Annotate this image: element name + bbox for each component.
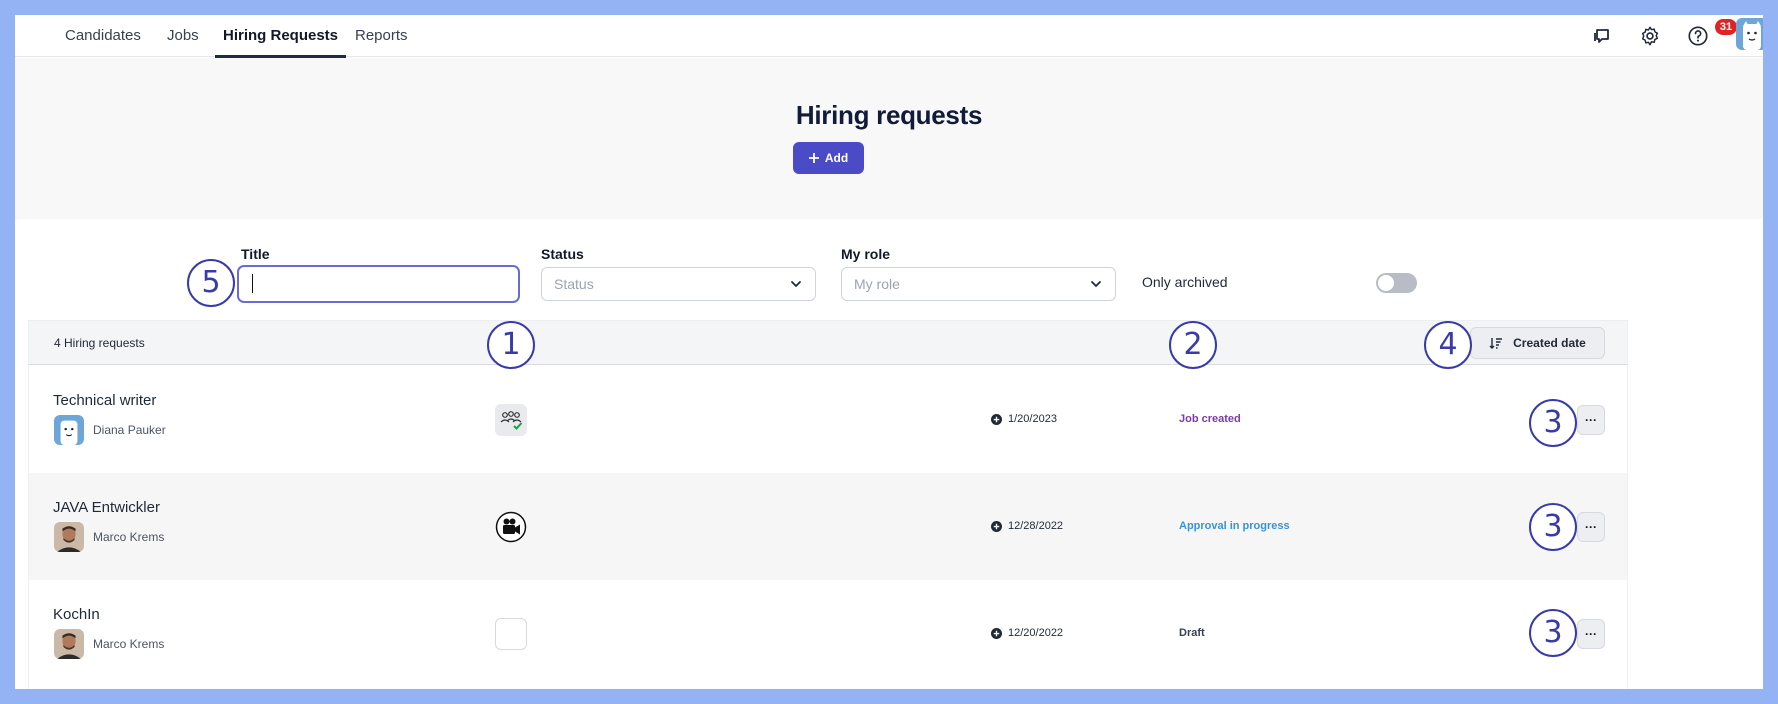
annotation-marker-3: 3 <box>1529 399 1577 447</box>
chevron-down-icon <box>791 281 801 287</box>
notification-badge: 31 <box>1715 19 1737 35</box>
created-date-text: 12/20/2022 <box>1008 627 1064 639</box>
list-header: 4 Hiring requests Created date <box>29 321 1627 365</box>
sort-button[interactable]: Created date <box>1470 327 1605 359</box>
requester-name: Marco Krems <box>93 637 165 651</box>
status-filter-label: Status <box>541 246 584 262</box>
help-icon[interactable] <box>1685 23 1711 49</box>
created-date: 12/28/2022 <box>991 520 1063 532</box>
add-button-label: Add <box>824 151 849 165</box>
annotation-marker-2: 2 <box>1169 321 1217 369</box>
list-item[interactable]: JAVA Entwickler Marco Krems 12/28/2022 A… <box>29 473 1627 580</box>
chat-icon[interactable] <box>1589 23 1615 49</box>
requester-name: Marco Krems <box>93 530 165 544</box>
created-date-text: 1/20/2023 <box>1008 413 1057 425</box>
annotation-marker-5: 5 <box>187 259 235 307</box>
plus-icon <box>808 153 819 163</box>
avatar <box>54 522 84 552</box>
more-options-button[interactable]: ··· <box>1577 405 1605 435</box>
top-nav: Candidates Jobs Hiring Requests Reports … <box>15 15 1763 58</box>
request-title[interactable]: KochIn <box>53 606 100 623</box>
avatar <box>54 415 84 445</box>
avatar <box>54 629 84 659</box>
list-item[interactable]: KochIn Marco Krems 12/20/2022 Draft ··· <box>29 580 1627 687</box>
add-button[interactable]: Add <box>793 142 864 174</box>
role-filter-label: My role <box>841 246 891 262</box>
title-filter-input[interactable] <box>237 265 520 303</box>
only-archived-toggle[interactable] <box>1376 273 1417 293</box>
role-select[interactable]: My role <box>841 267 1116 301</box>
title-filter-label: Title <box>241 246 270 262</box>
role-select-placeholder: My role <box>854 276 900 292</box>
request-count: 4 Hiring requests <box>54 336 145 350</box>
status-select-placeholder: Status <box>554 276 594 292</box>
request-title[interactable]: Technical writer <box>53 392 156 409</box>
page-header: Hiring requests Add <box>15 58 1763 219</box>
team-check-icon <box>495 404 527 436</box>
toggle-knob <box>1378 275 1394 291</box>
chevron-down-icon <box>1091 281 1101 287</box>
avatar[interactable] <box>1736 18 1763 50</box>
tab-jobs[interactable]: Jobs <box>167 15 199 57</box>
status-badge: Draft <box>1179 627 1205 639</box>
status-badge: Approval in progress <box>1179 520 1290 532</box>
app-window: Candidates Jobs Hiring Requests Reports … <box>15 15 1763 689</box>
plus-circle-icon <box>991 520 1002 532</box>
annotation-marker-4: 4 <box>1424 321 1472 369</box>
annotation-marker-1: 1 <box>487 321 535 369</box>
empty-icon <box>495 618 527 650</box>
hiring-requests-list: 4 Hiring requests Created date Technical… <box>29 321 1627 689</box>
status-badge: Job created <box>1179 413 1241 425</box>
plus-circle-icon <box>991 627 1002 639</box>
list-item[interactable]: Technical writer Diana Pauker 1/20/2023 … <box>29 366 1627 473</box>
tab-reports[interactable]: Reports <box>355 15 408 57</box>
request-title[interactable]: JAVA Entwickler <box>53 499 160 516</box>
annotation-marker-3: 3 <box>1529 503 1577 551</box>
more-options-button[interactable]: ··· <box>1577 512 1605 542</box>
annotation-marker-3: 3 <box>1529 609 1577 657</box>
tab-hiring-requests[interactable]: Hiring Requests <box>214 15 347 58</box>
status-select[interactable]: Status <box>541 267 816 301</box>
gear-icon[interactable] <box>1637 23 1663 49</box>
sort-label: Created date <box>1513 336 1586 350</box>
sort-icon <box>1489 338 1503 349</box>
text-cursor <box>252 274 253 293</box>
page-title: Hiring requests <box>795 100 983 130</box>
tab-candidates[interactable]: Candidates <box>65 15 141 57</box>
only-archived-label: Only archived <box>1142 274 1228 290</box>
requester-name: Diana Pauker <box>93 423 166 437</box>
more-options-button[interactable]: ··· <box>1577 619 1605 649</box>
plus-circle-icon <box>991 413 1002 425</box>
video-camera-icon <box>495 511 527 543</box>
created-date-text: 12/28/2022 <box>1008 520 1064 532</box>
created-date: 1/20/2023 <box>991 413 1057 425</box>
created-date: 12/20/2022 <box>991 627 1063 639</box>
